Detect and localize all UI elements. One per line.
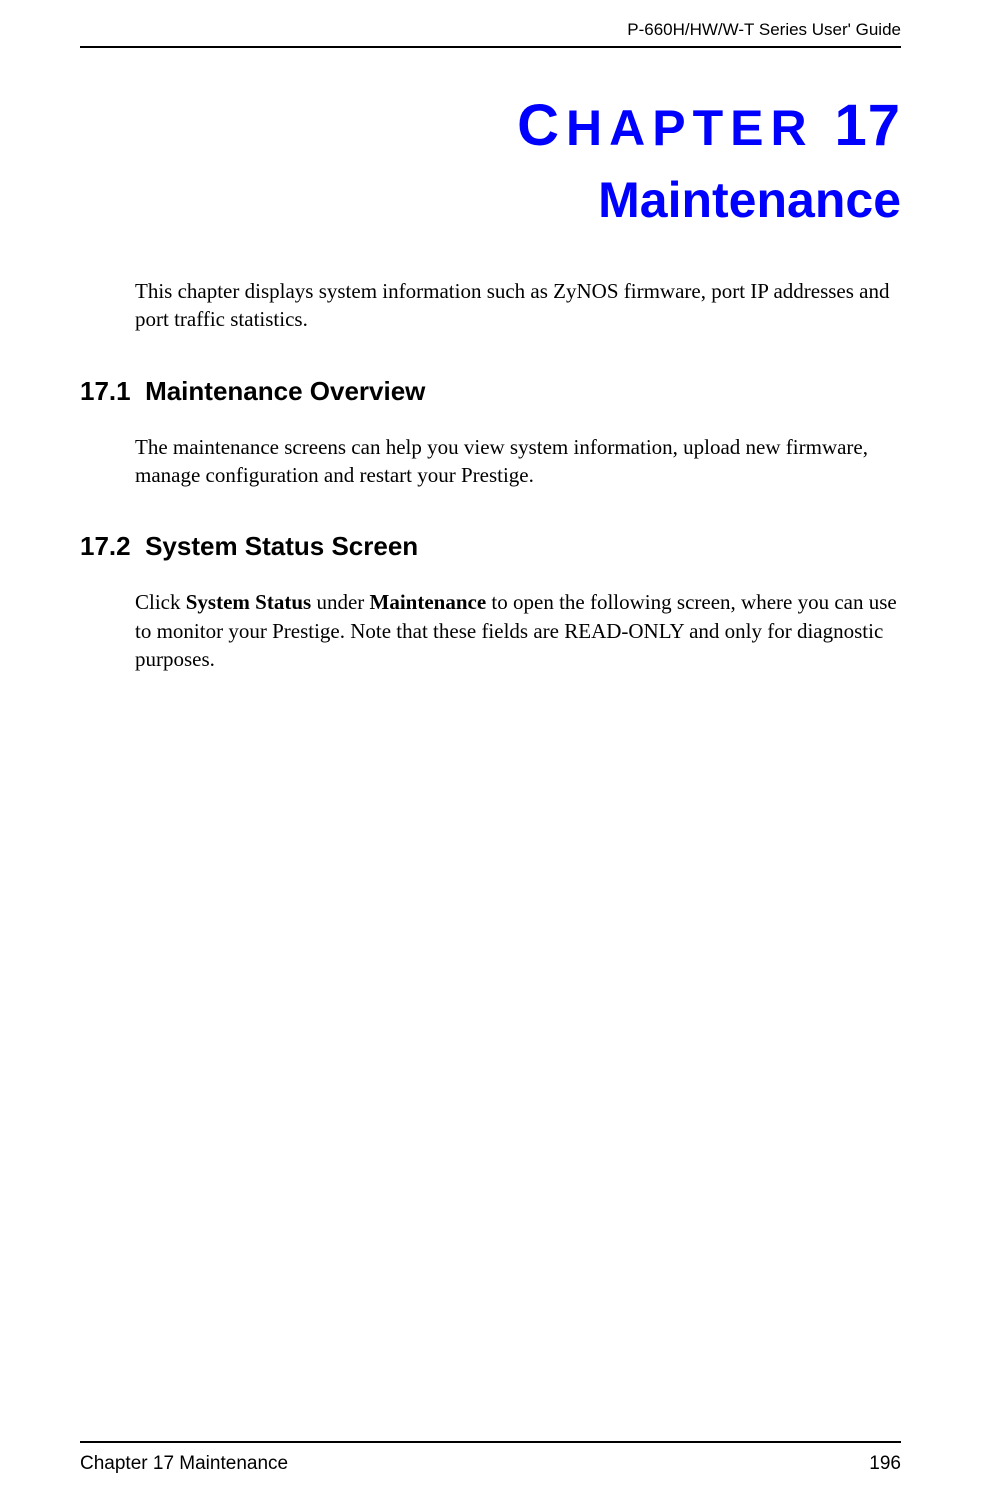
- section-heading-17-2: 17.2 System Status Screen: [80, 531, 901, 562]
- footer-content: Chapter 17 Maintenance 196: [80, 1453, 901, 1475]
- section-title-17-2: System Status Screen: [145, 531, 418, 561]
- footer-region: Chapter 17 Maintenance 196: [80, 1441, 901, 1475]
- chapter-label-c: C: [517, 93, 566, 158]
- section-heading-17-1: 17.1 Maintenance Overview: [80, 376, 901, 407]
- section-number-17-2: 17.2: [80, 531, 131, 561]
- header-region: P-660H/HW/W-T Series User' Guide: [80, 20, 901, 54]
- chapter-title: Maintenance: [80, 171, 901, 229]
- chapter-label-space: [814, 100, 835, 156]
- section-para-17-2: Click System Status under Maintenance to…: [135, 588, 901, 673]
- page-container: P-660H/HW/W-T Series User' Guide CHAPTER…: [0, 0, 981, 1503]
- para-17-2-part2: under: [311, 590, 369, 614]
- para-17-2-bold1: System Status: [186, 590, 311, 614]
- section-title-17-1: Maintenance Overview: [145, 376, 425, 406]
- chapter-label-rest: HAPTER: [566, 100, 814, 156]
- para-17-2-bold2: Maintenance: [370, 590, 487, 614]
- chapter-number: 17: [834, 93, 901, 158]
- chapter-heading: CHAPTER 17: [80, 92, 901, 159]
- footer-page-number: 196: [869, 1453, 901, 1475]
- section-number-17-1: 17.1: [80, 376, 131, 406]
- footer-chapter-ref: Chapter 17 Maintenance: [80, 1453, 288, 1475]
- footer-rule: [80, 1441, 901, 1443]
- header-rule: [80, 46, 901, 48]
- header-guide-title: P-660H/HW/W-T Series User' Guide: [80, 20, 901, 40]
- chapter-intro-paragraph: This chapter displays system information…: [135, 277, 901, 334]
- section-para-17-1: The maintenance screens can help you vie…: [135, 433, 901, 490]
- para-17-2-part1: Click: [135, 590, 186, 614]
